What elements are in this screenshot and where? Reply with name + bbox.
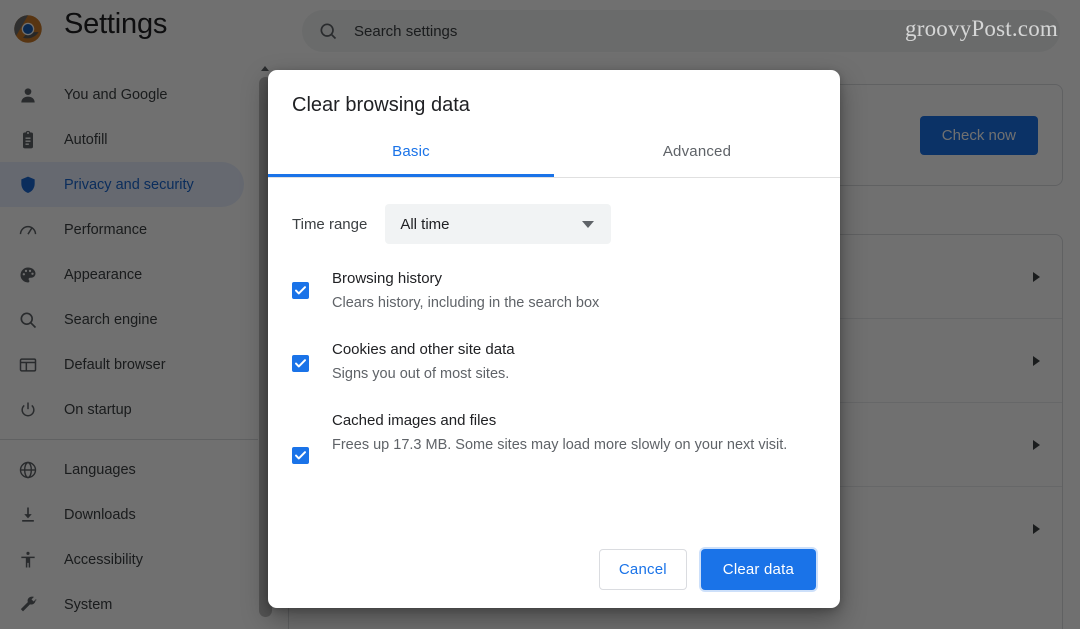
sidebar-item-search-engine[interactable]: Search engine bbox=[0, 297, 244, 342]
option-description: Clears history, including in the search … bbox=[332, 295, 600, 311]
dialog-footer: Cancel Clear data bbox=[268, 530, 840, 608]
option-browsing-history[interactable]: Browsing history Clears history, includi… bbox=[292, 268, 816, 315]
browser-window-icon bbox=[19, 357, 37, 372]
sidebar-item-system[interactable]: System bbox=[0, 582, 244, 627]
scroll-up-arrow-icon[interactable] bbox=[261, 66, 269, 71]
time-range-value: All time bbox=[400, 215, 450, 233]
check-now-button[interactable]: Check now bbox=[919, 115, 1038, 155]
sidebar-item-label: Accessibility bbox=[64, 551, 143, 568]
option-cached-images-and-files[interactable]: Cached images and files Frees up 17.3 MB… bbox=[292, 410, 816, 464]
sidebar-item-label: Search engine bbox=[64, 311, 158, 328]
wrench-icon bbox=[20, 596, 37, 611]
clear-data-button[interactable]: Clear data bbox=[700, 548, 816, 590]
chevron-right-icon[interactable] bbox=[1033, 439, 1040, 450]
download-icon bbox=[22, 507, 34, 522]
speedometer-icon bbox=[19, 225, 37, 235]
sidebar-item-accessibility[interactable]: Accessibility bbox=[0, 537, 244, 582]
settings-page: Settings Search settings You and Google bbox=[0, 0, 1080, 629]
search-placeholder: Search settings bbox=[354, 22, 458, 40]
tab-basic[interactable]: Basic bbox=[268, 135, 554, 177]
option-title: Browsing history bbox=[332, 270, 443, 287]
chevron-down-icon[interactable] bbox=[582, 221, 595, 228]
globe-icon bbox=[19, 461, 37, 478]
checkbox-cookies-and-site-data[interactable] bbox=[292, 355, 309, 372]
chrome-logo-icon bbox=[14, 15, 42, 43]
sidebar-item-label: Appearance bbox=[64, 266, 143, 283]
sidebar-item-label: System bbox=[64, 596, 113, 613]
option-title: Cached images and files bbox=[332, 412, 497, 429]
chevron-right-icon[interactable] bbox=[1033, 355, 1040, 366]
sidebar-item-you-and-google[interactable]: You and Google bbox=[0, 72, 244, 117]
dialog-body: Time range All time Browsing history Cle… bbox=[268, 178, 840, 530]
option-description: Signs you out of most sites. bbox=[332, 366, 510, 382]
dialog-tabs: Basic Advanced bbox=[268, 135, 840, 178]
tab-advanced[interactable]: Advanced bbox=[554, 135, 840, 177]
palette-icon bbox=[20, 267, 36, 282]
option-title: Cookies and other site data bbox=[332, 341, 515, 358]
cancel-button[interactable]: Cancel bbox=[598, 548, 687, 590]
person-icon bbox=[21, 87, 35, 102]
search-icon bbox=[20, 312, 37, 328]
sidebar-item-label: Languages bbox=[64, 461, 136, 478]
time-range-row: Time range All time bbox=[292, 204, 816, 244]
sidebar-item-label: Default browser bbox=[64, 356, 166, 373]
sidebar-divider bbox=[0, 439, 258, 440]
search-icon bbox=[320, 23, 337, 40]
power-icon bbox=[21, 402, 35, 416]
sidebar-item-autofill[interactable]: Autofill bbox=[0, 117, 244, 162]
dialog-title: Clear browsing data bbox=[292, 94, 470, 116]
checkmark-icon bbox=[295, 286, 306, 295]
sidebar-item-downloads[interactable]: Downloads bbox=[0, 492, 244, 537]
sidebar-item-languages[interactable]: Languages bbox=[0, 447, 244, 492]
chevron-right-icon[interactable] bbox=[1033, 524, 1040, 534]
sidebar: You and Google Autofill Privacy and secu… bbox=[0, 62, 258, 629]
option-description: Frees up 17.3 MB. Some sites may load mo… bbox=[332, 437, 788, 453]
time-range-label: Time range bbox=[292, 215, 368, 233]
checkmark-icon bbox=[295, 451, 306, 460]
sidebar-item-label: You and Google bbox=[64, 86, 168, 103]
accessibility-icon bbox=[21, 551, 35, 567]
sidebar-item-privacy-and-security[interactable]: Privacy and security bbox=[0, 162, 244, 207]
sidebar-item-appearance[interactable]: Appearance bbox=[0, 252, 244, 297]
time-range-select[interactable]: All time bbox=[385, 204, 612, 244]
sidebar-item-performance[interactable]: Performance bbox=[0, 207, 244, 252]
checkmark-icon bbox=[295, 359, 306, 368]
sidebar-item-default-browser[interactable]: Default browser bbox=[0, 342, 244, 387]
option-cookies-and-site-data[interactable]: Cookies and other site data Signs you ou… bbox=[292, 339, 816, 386]
active-tab-indicator bbox=[268, 174, 554, 177]
chevron-right-icon[interactable] bbox=[1033, 271, 1040, 282]
sidebar-item-on-startup[interactable]: On startup bbox=[0, 387, 244, 432]
sidebar-item-label: Privacy and security bbox=[64, 176, 194, 193]
shield-icon bbox=[21, 176, 35, 193]
checkbox-browsing-history[interactable] bbox=[292, 282, 309, 299]
watermark: groovyPost.com bbox=[905, 16, 1058, 41]
clear-browsing-data-dialog: Clear browsing data Basic Advanced Time … bbox=[268, 70, 840, 608]
sidebar-item-label: Downloads bbox=[64, 506, 136, 523]
page-title: Settings bbox=[64, 8, 168, 40]
sidebar-item-label: On startup bbox=[64, 401, 132, 418]
sidebar-item-label: Autofill bbox=[64, 131, 108, 148]
checkbox-cached-images-and-files[interactable] bbox=[292, 447, 309, 464]
clipboard-icon bbox=[23, 130, 33, 148]
sidebar-item-label: Performance bbox=[64, 221, 148, 238]
